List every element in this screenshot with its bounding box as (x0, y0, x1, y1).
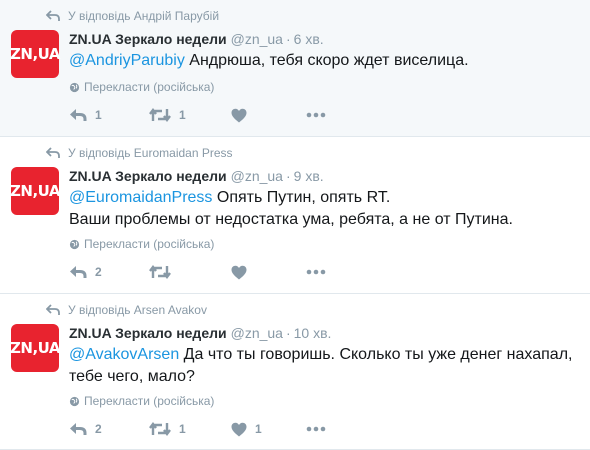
tweet-actions: 1 1 (69, 107, 326, 123)
avatar[interactable]: ZN,UA (10, 167, 60, 215)
globe-icon (69, 396, 80, 406)
avatar[interactable]: ZN,UA (10, 324, 60, 372)
translate-label: Перекласти (російська) (84, 80, 215, 94)
timestamp[interactable]: 9 хв. (294, 168, 324, 184)
tweet-actions: 2 1 1 (69, 421, 326, 437)
reply-context-label: У відповідь Андрій Парубій (68, 9, 220, 23)
reply-context[interactable]: У відповідь Андрій Парубій (46, 9, 219, 23)
author-name[interactable]: ZN.UA Зеркало недели (69, 31, 227, 47)
author-name[interactable]: ZN.UA Зеркало недели (69, 168, 227, 184)
reply-button[interactable]: 1 (69, 107, 149, 123)
more-icon (306, 112, 326, 118)
reply-context[interactable]: У відповідь Arsen Avakov (46, 303, 207, 317)
author-handle[interactable]: @zn_ua (231, 325, 283, 341)
avatar[interactable]: ZN,UA (10, 30, 60, 78)
globe-icon (69, 239, 80, 249)
reply-icon (70, 109, 87, 121)
reply-context-label: У відповідь Euromaidan Press (68, 146, 233, 160)
timestamp[interactable]: 6 хв. (294, 31, 324, 47)
reply-arrow-icon (46, 304, 60, 315)
retweet-button[interactable]: 1 (149, 107, 231, 123)
reply-context[interactable]: У відповідь Euromaidan Press (46, 146, 233, 160)
separator-dot: · (285, 325, 291, 341)
retweet-icon (149, 265, 171, 279)
separator-dot: · (285, 168, 291, 184)
tweet-body: Опять Путин, опять RT. (212, 189, 391, 206)
translate-link[interactable]: Перекласти (російська) (69, 237, 214, 251)
author-name[interactable]: ZN.UA Зеркало недели (69, 325, 227, 341)
avatar-logo-text: ZN,UA (10, 339, 60, 357)
avatar-logo-text: ZN,UA (10, 45, 60, 63)
tweet[interactable]: У відповідь Андрій Парубій ZN,UA ZN.UA З… (0, 0, 590, 137)
more-icon (306, 269, 326, 275)
tweet[interactable]: У відповідь Arsen Avakov ZN,UA ZN.UA Зер… (0, 294, 590, 450)
tweet[interactable]: У відповідь Euromaidan Press ZN,UA ZN.UA… (0, 137, 590, 294)
tweet-header: ZN.UA Зеркало недели @zn_ua · 10 хв. (69, 325, 331, 341)
mention-link[interactable]: @EuromaidanPress (69, 189, 212, 206)
tweet-header: ZN.UA Зеркало недели @zn_ua · 6 хв. (69, 31, 324, 47)
tweet-text: @AndriyParubiy Андрюша, тебя скоро ждет … (69, 50, 574, 72)
reply-icon (70, 423, 87, 435)
avatar-logo-text: ZN,UA (10, 182, 60, 200)
reply-arrow-icon (46, 10, 60, 21)
timeline: У відповідь Андрій Парубій ZN,UA ZN.UA З… (0, 0, 590, 450)
translate-label: Перекласти (російська) (84, 237, 215, 251)
heart-icon (231, 422, 247, 436)
tweet-actions: 2 (69, 264, 326, 280)
tweet-header: ZN.UA Зеркало недели @zn_ua · 9 хв. (69, 168, 324, 184)
tweet-text: @AvakovArsen Да что ты говоришь. Сколько… (69, 344, 574, 388)
like-button[interactable] (231, 108, 306, 123)
retweet-count: 1 (179, 422, 186, 436)
author-handle[interactable]: @zn_ua (231, 168, 283, 184)
tweet-body: Андрюша, тебя скоро ждет виселица. (184, 52, 469, 69)
translate-link[interactable]: Перекласти (російська) (69, 80, 214, 94)
reply-button[interactable]: 2 (69, 421, 149, 437)
mention-link[interactable]: @AvakovArsen (69, 346, 179, 363)
retweet-button[interactable]: 1 (149, 421, 231, 437)
reply-count: 2 (95, 265, 102, 279)
reply-icon (70, 266, 87, 278)
more-icon (306, 426, 326, 432)
mention-link[interactable]: @AndriyParubiy (69, 52, 185, 69)
retweet-button[interactable] (149, 264, 231, 280)
translate-label: Перекласти (російська) (84, 394, 215, 408)
separator-dot: · (285, 31, 291, 47)
retweet-count: 1 (179, 108, 186, 122)
reply-count: 2 (95, 422, 102, 436)
retweet-icon (149, 422, 171, 436)
reply-arrow-icon (46, 147, 60, 158)
reply-context-label: У відповідь Arsen Avakov (68, 303, 207, 317)
reply-button[interactable]: 2 (69, 264, 149, 280)
tweet-text: @EuromaidanPress Опять Путин, опять RT. … (69, 187, 574, 231)
more-button[interactable] (306, 269, 326, 275)
more-button[interactable] (306, 426, 326, 432)
tweet-body-line-2: Ваши проблемы от недостатка ума, ребята,… (69, 211, 513, 228)
retweet-icon (149, 108, 171, 122)
heart-icon (231, 108, 247, 122)
like-button[interactable]: 1 (231, 422, 306, 437)
author-handle[interactable]: @zn_ua (231, 31, 283, 47)
tweet-body: Да что ты говоришь. Сколько ты уже денег… (179, 346, 573, 363)
globe-icon (69, 82, 80, 92)
timestamp[interactable]: 10 хв. (294, 325, 332, 341)
more-button[interactable] (306, 112, 326, 118)
like-button[interactable] (231, 265, 306, 280)
tweet-body-line-2: тебе чего, мало? (69, 368, 195, 385)
heart-icon (231, 265, 247, 279)
translate-link[interactable]: Перекласти (російська) (69, 394, 214, 408)
like-count: 1 (255, 422, 262, 436)
reply-count: 1 (95, 108, 102, 122)
